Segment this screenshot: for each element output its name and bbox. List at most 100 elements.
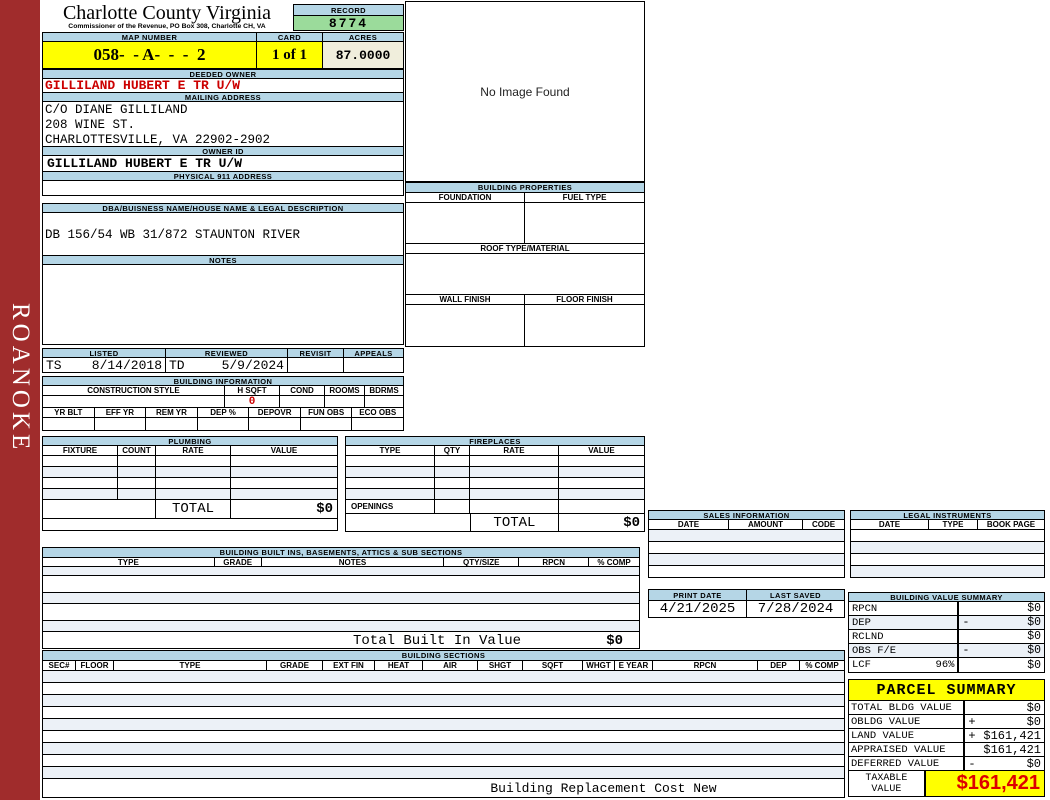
region-label: ROANOKE [7, 303, 34, 454]
plumbing-footer-row [42, 518, 338, 531]
bvs-label-text: RCLND [852, 630, 884, 643]
sales-code-label: CODE [802, 519, 845, 530]
parcel-label: TOTAL BLDG VALUE [848, 700, 966, 715]
legal-type-label: TYPE [928, 519, 978, 530]
sales-information-table: SALES INFORMATION DATE AMOUNT CODE [648, 510, 845, 578]
fireplaces-table: FIREPLACES TYPE QTY RATE VALUE OPENINGS … [345, 436, 645, 532]
fireplaces-total-row: TOTAL $0 [345, 513, 645, 532]
bs-extfin-label: EXT FIN [322, 660, 375, 671]
bvs-label: LCF 96% [848, 657, 960, 673]
bs-shgt-label: SHGT [477, 660, 523, 671]
parcel-row: DEFERRED VALUE - $0 [848, 756, 1045, 771]
eff-yr-value [93, 417, 147, 431]
bs-eyear-label: E YEAR [614, 660, 653, 671]
dates-value-row: 4/21/2025 7/28/2024 [648, 600, 845, 618]
bs-whgt-label: WHGT [582, 660, 615, 671]
building-info-value-row-2 [42, 417, 405, 431]
built-ins-rpcn-label: RPCN [518, 557, 590, 567]
bs-dep-label: DEP [757, 660, 800, 671]
parcel-value-cell: $161,421 [964, 742, 1045, 757]
legal-date-label: DATE [850, 519, 929, 530]
reviewed-value: TD 5/9/2024 [165, 357, 288, 373]
parcel-summary-table: PARCEL SUMMARY TOTAL BLDG VALUE $0 OBLDG… [848, 679, 1045, 797]
building-replacement-cost-label: Building Replacement Cost New [490, 781, 717, 796]
legal-description: DB 156/54 WB 31/872 STAUNTON RIVER [42, 212, 404, 256]
bs-heat-label: HEAT [374, 660, 423, 671]
built-ins-type-label: TYPE [42, 557, 215, 567]
region-sidebar: ROANOKE [0, 0, 40, 800]
listed-value: TS 8/14/2018 [42, 357, 166, 373]
bvs-value-cell: - $0 [958, 615, 1045, 630]
record-box: RECORD 8774 [293, 4, 404, 31]
building-information: BUILDING INFORMATION CONSTRUCTION STYLE … [42, 376, 405, 431]
bvs-label-text: OBS F/E [852, 644, 897, 657]
empty-cell [558, 499, 645, 514]
parcel-value-cell: - $0 [964, 756, 1045, 771]
revisit-value [287, 357, 344, 373]
parcel-operator: + [968, 728, 976, 743]
record-number: 8774 [293, 15, 404, 31]
bvs-row: OBS F/E - $0 [848, 643, 1045, 658]
bs-sqft-label: SQFT [522, 660, 583, 671]
bvs-value-cell: $0 [958, 601, 1045, 616]
bvs-label: RPCN [848, 601, 960, 616]
property-record-card: ROANOKE Charlotte County Virginia Commis… [0, 0, 1050, 800]
taxable-value-amount: $161,421 [924, 770, 1045, 797]
eco-obs-value [351, 417, 405, 431]
bvs-value-cell: $0 [958, 629, 1045, 644]
parcel-value: $161,421 [983, 728, 1041, 743]
sales-header-row: DATE AMOUNT CODE [648, 519, 845, 530]
image-panel: No Image Found [405, 1, 645, 182]
wall-floor-body [405, 304, 645, 347]
built-ins-table: BUILDING BUILT INS, BASEMENTS, ATTICS & … [42, 547, 641, 649]
bvs-label-text: LCF [852, 659, 871, 671]
bvs-row: DEP - $0 [848, 615, 1045, 630]
legal-instruments-table: LEGAL INSTRUMENTS DATE TYPE BOOK PAGE [850, 510, 1045, 578]
bvs-label-text: DEP [852, 616, 871, 629]
built-ins-total-value: $0 [606, 633, 623, 649]
print-date-value: 4/21/2025 [648, 600, 747, 618]
parcel-value: $0 [1026, 700, 1041, 715]
bvs-label: RCLND [848, 629, 960, 644]
bvs-value: $0 [1027, 616, 1041, 629]
empty-cell [42, 499, 156, 519]
bs-type-label: TYPE [113, 660, 267, 671]
parcel-row: LAND VALUE + $161,421 [848, 728, 1045, 743]
building-sections-table: BUILDING SECTIONS SEC# FLOOR TYPE GRADE … [42, 650, 845, 798]
plumbing-total-row: TOTAL $0 [42, 499, 338, 519]
parcel-value-cell: + $0 [964, 714, 1045, 729]
parcel-summary-title: PARCEL SUMMARY [848, 679, 1045, 701]
bvs-label-text: RPCN [852, 602, 878, 615]
taxable-value-row: TAXABLE VALUE $161,421 [848, 770, 1045, 797]
parcel-label: APPRAISED VALUE [848, 742, 966, 757]
built-ins-total-row: Total Built In Value $0 [42, 631, 640, 649]
bvs-value: $0 [1027, 602, 1041, 615]
sales-empty-row [648, 565, 845, 578]
plumbing-table: PLUMBING FIXTURE COUNT RATE VALUE TOTAL … [42, 436, 338, 531]
deeded-owner-value: GILLILAND HUBERT E TR U/W [42, 78, 404, 93]
legal-header-row: DATE TYPE BOOK PAGE [850, 519, 1045, 530]
bvs-value-cell: - $0 [958, 643, 1045, 658]
mailing-line-1: C/O DIANE GILLILAND [45, 103, 188, 117]
parcel-value-cell: + $161,421 [964, 728, 1045, 743]
bs-rpcn-label: RPCN [652, 660, 758, 671]
parcel-value-cell: $0 [964, 700, 1045, 715]
appeals-value [343, 357, 404, 373]
roof-type-value [405, 253, 645, 295]
built-ins-total-label: Total Built In Value [353, 633, 522, 649]
owner-id-value: GILLILAND HUBERT E TR U/W [42, 155, 404, 172]
foundation-fuel-body [405, 202, 645, 244]
foundation-value [405, 202, 525, 244]
legal-empty-row [850, 565, 1045, 578]
empty-cell [434, 499, 470, 514]
built-ins-comp-label: % COMP [588, 557, 641, 567]
parcel-operator: - [968, 756, 976, 771]
sales-amount-label: AMOUNT [728, 519, 803, 530]
card-value: 1 of 1 [256, 41, 323, 69]
listed-date: 8/14/2018 [91, 357, 162, 373]
bvs-value: $0 [1027, 658, 1041, 672]
building-sections-footer-row: Building Replacement Cost New [42, 778, 845, 798]
building-value-summary-table: BUILDING VALUE SUMMARY RPCN $0 DEP - $0 [848, 592, 1045, 673]
fuel-type-value [524, 202, 645, 244]
built-ins-header-row: TYPE GRADE NOTES QTY/SIZE RPCN % COMP [42, 557, 641, 567]
